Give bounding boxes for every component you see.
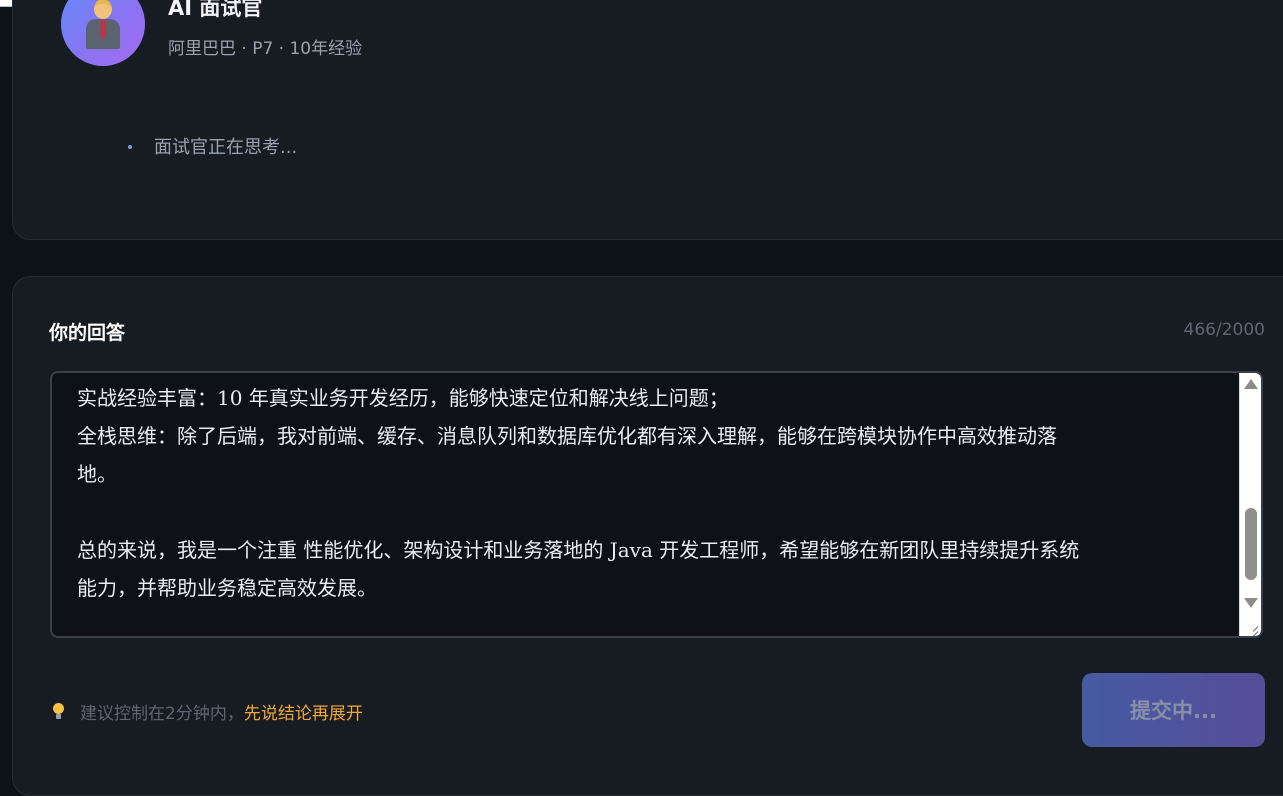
submit-button[interactable]: 提交中... bbox=[1082, 673, 1265, 747]
tip-text: 建议控制在2分钟内， bbox=[80, 704, 244, 724]
answer-section-title: 你的回答 bbox=[49, 322, 126, 344]
loading-dot-icon bbox=[128, 144, 132, 149]
answer-textarea[interactable]: 实战经验丰富：10 年真实业务开发经历，能够快速定位和解决线上问题； 全栈思维：… bbox=[50, 371, 1263, 638]
answer-text[interactable]: 实战经验丰富：10 年真实业务开发经历，能够快速定位和解决线上问题； 全栈思维：… bbox=[77, 379, 1227, 607]
thinking-indicator: 面试官正在思考... bbox=[128, 133, 297, 159]
textarea-scrollbar[interactable] bbox=[1239, 373, 1261, 636]
scroll-down-arrow-icon[interactable] bbox=[1244, 598, 1258, 608]
character-counter: 466/2000 bbox=[1183, 320, 1265, 340]
lightbulb-icon bbox=[52, 702, 65, 721]
interviewer-title: AI 面试官 bbox=[168, 0, 263, 20]
scroll-thumb[interactable] bbox=[1245, 508, 1257, 580]
thinking-status-text: 面试官正在思考... bbox=[154, 137, 298, 158]
interviewer-subtitle: 阿里巴巴 · P7 · 10年经验 bbox=[168, 39, 363, 59]
resize-grip-icon[interactable] bbox=[1242, 617, 1260, 635]
answer-tip: 建议控制在2分钟内， 先说结论再展开 bbox=[52, 699, 363, 724]
businessman-avatar-icon bbox=[83, 0, 123, 55]
scroll-up-arrow-icon[interactable] bbox=[1244, 379, 1258, 389]
tip-highlight: 先说结论再展开 bbox=[243, 704, 363, 724]
